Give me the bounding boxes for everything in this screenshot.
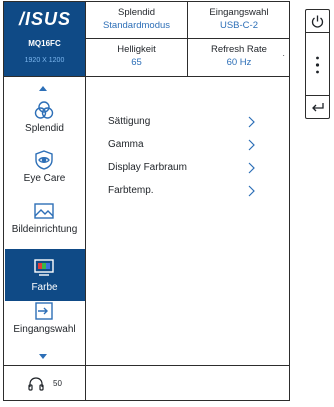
- resolution-label: 1920 X 1200: [24, 57, 65, 64]
- model-name: MQ16FC: [28, 39, 61, 48]
- input-arrow-icon: [35, 302, 53, 320]
- brightness-status-label: Helligkeit: [117, 44, 156, 55]
- input-status-value: USB-C-2: [219, 20, 258, 31]
- volume-indicator: 50: [4, 366, 86, 401]
- dots-navigate-icon: [315, 56, 320, 74]
- sidebar-item-bildeinrichtung[interactable]: Bildeinrichtung: [4, 198, 85, 246]
- menu-item-label: Display Farbraum: [108, 162, 187, 173]
- sidebar-item-label: Farbe: [31, 282, 58, 293]
- status-bar: 50: [4, 365, 290, 401]
- sidebar-item-eye-care[interactable]: Eye Care: [4, 147, 85, 195]
- brightness-status-value: 65: [131, 57, 142, 68]
- menu-item-gamma[interactable]: Gamma: [86, 135, 290, 157]
- chevron-right-icon: [248, 185, 255, 197]
- sidebar-item-label: Eye Care: [23, 173, 66, 184]
- color-rgb-icon: [34, 259, 54, 276]
- asus-logo: /ISUS: [18, 9, 71, 29]
- splendid-status: Splendid Standardmodus: [86, 2, 188, 39]
- sidebar-item-label: Eingangswahl: [13, 324, 76, 335]
- eye-shield-icon: [35, 150, 53, 170]
- image-mountain-icon: [34, 203, 54, 219]
- menu-item-label: Farbtemp.: [108, 185, 154, 196]
- splendid-status-label: Splendid: [118, 7, 155, 18]
- chevron-right-icon: [248, 116, 255, 128]
- menu-item-farbtemp[interactable]: Farbtemp.: [86, 181, 290, 203]
- return-icon: [312, 103, 324, 112]
- sidebar-item-label: Bildeinrichtung: [11, 224, 78, 235]
- scroll-up-icon[interactable]: [39, 86, 47, 91]
- menu-content: Sättigung Gamma Display Farbraum Farbtem…: [86, 77, 290, 365]
- sidebar-item-splendid[interactable]: Splendid: [4, 97, 85, 145]
- power-icon: [311, 15, 324, 28]
- osd-menu: /ISUS MQ16FC 1920 X 1200 Splendid Standa…: [3, 1, 290, 401]
- menu-item-display-farbraum[interactable]: Display Farbraum: [86, 158, 290, 180]
- headphone-icon: [28, 377, 44, 391]
- scroll-down-icon[interactable]: [39, 354, 47, 359]
- menu-item-label: Sättigung: [108, 116, 151, 127]
- sidebar: Splendid Eye Care Bildeinrichtung Farbe …: [4, 77, 86, 365]
- refresh-status: Refresh Rate 60 Hz ·: [188, 39, 290, 77]
- menu-item-label: Gamma: [108, 139, 144, 150]
- power-key[interactable]: [306, 10, 329, 33]
- refresh-marker: ·: [282, 51, 285, 60]
- return-key[interactable]: [306, 96, 329, 118]
- sidebar-item-eingangswahl[interactable]: Eingangswahl: [4, 298, 85, 346]
- menu-item-saettigung[interactable]: Sättigung: [86, 112, 290, 134]
- refresh-status-label: Refresh Rate: [211, 44, 267, 55]
- navigate-key[interactable]: [306, 33, 329, 96]
- sidebar-item-farbe[interactable]: Farbe: [4, 249, 85, 301]
- svg-text:/ISUS: /ISUS: [18, 9, 71, 29]
- refresh-status-value: 60 Hz: [226, 57, 252, 68]
- splendid-circles-icon: [34, 101, 54, 119]
- sidebar-item-label: Splendid: [25, 123, 64, 134]
- chevron-right-icon: [248, 162, 255, 174]
- chevron-right-icon: [248, 139, 255, 151]
- volume-value: 50: [53, 379, 62, 388]
- input-status: Eingangswahl USB-C-2: [188, 2, 290, 39]
- brand-panel: /ISUS MQ16FC 1920 X 1200: [4, 2, 86, 77]
- splendid-status-value: Standardmodus: [102, 20, 171, 31]
- input-status-label: Eingangswahl: [209, 7, 269, 18]
- brightness-status: Helligkeit 65: [86, 39, 188, 77]
- side-keys: [305, 9, 330, 119]
